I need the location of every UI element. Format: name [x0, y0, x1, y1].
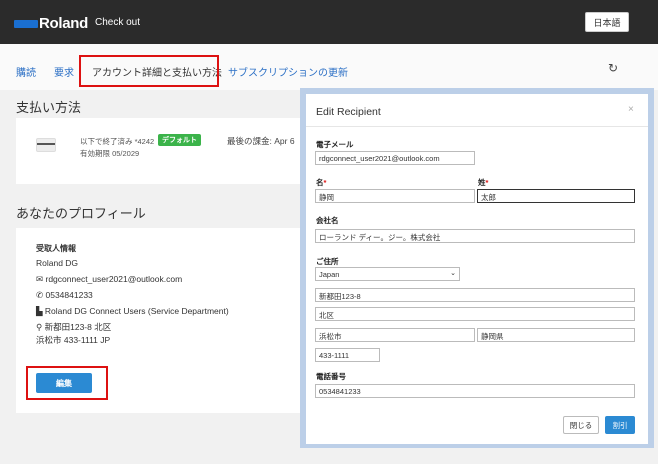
modal-divider — [306, 126, 648, 127]
checkout-title: Check out — [95, 17, 141, 28]
save-button[interactable]: 割引 — [605, 416, 635, 434]
last-name-label: 姓* — [478, 178, 489, 187]
tab-requests[interactable]: 要求 — [54, 64, 74, 79]
building-icon: ▙ — [36, 306, 43, 316]
phone-label: 電話番号 — [316, 372, 346, 381]
street-field[interactable]: 新都田123-8 — [315, 288, 635, 302]
profile-company-row: ▙ Roland DG Connect Users (Service Depar… — [36, 306, 229, 317]
payment-card-panel — [16, 118, 306, 184]
postal-code-field[interactable]: 433-1111 — [315, 348, 380, 362]
prefecture-field[interactable]: 静岡県 — [477, 328, 635, 342]
close-button[interactable]: 閉じる — [563, 416, 599, 434]
city-field[interactable]: 浜松市 — [315, 328, 475, 342]
recipient-heading: 受取人情報 — [36, 244, 76, 253]
phone-icon: ✆ — [36, 290, 44, 300]
profile-section-title: あなたのプロフィール — [16, 206, 146, 221]
card-ending-text: 以下で終了済み *4242 — [80, 137, 155, 146]
company-label: 会社名 — [316, 216, 339, 225]
card-expiry: 有効期限 05/2029 — [80, 149, 140, 158]
language-button[interactable]: 日本語 — [585, 12, 629, 32]
district-field[interactable]: 北区 — [315, 307, 635, 321]
first-name-field[interactable]: 静岡 — [315, 189, 475, 203]
profile-phone: 0534841233 — [45, 290, 93, 300]
last-name-field[interactable]: 太郎 — [477, 189, 635, 203]
logo-text: Roland — [39, 15, 89, 32]
first-name-label: 名* — [316, 178, 327, 187]
map-pin-icon: ⚲ — [36, 322, 43, 332]
envelope-icon: ✉ — [36, 274, 44, 284]
roland-logo[interactable]: Roland — [14, 15, 88, 32]
profile-address-line1: 新都田123-8 北区 — [44, 322, 112, 332]
chevron-down-icon: ⌄ — [450, 270, 456, 277]
modal-title: Edit Recipient — [316, 106, 381, 118]
phone-field[interactable]: 0534841233 — [315, 384, 635, 398]
top-bar: Roland Check out 日本語 — [0, 0, 658, 44]
company-field[interactable]: ローランド ディー。ジー。株式会社 — [315, 229, 635, 243]
email-label: 電子メール — [316, 140, 354, 149]
email-field[interactable]: rdgconnect_user2021@outlook.com — [315, 151, 475, 165]
profile-name: Roland DG — [36, 258, 79, 268]
profile-company: Roland DG Connect Users (Service Departm… — [44, 306, 229, 316]
country-value: Japan — [319, 270, 340, 279]
profile-address-line2: 浜松市 433-1111 JP — [36, 335, 111, 345]
default-badge: デフォルト — [158, 134, 201, 146]
address-label: ご住所 — [316, 257, 339, 266]
country-select[interactable]: Japan ⌄ — [315, 267, 460, 281]
profile-phone-row: ✆ 0534841233 — [36, 290, 93, 301]
profile-email-row: ✉ rdgconnect_user2021@outlook.com — [36, 274, 182, 285]
highlight-account-tab — [79, 55, 219, 87]
credit-card-icon — [36, 138, 56, 152]
profile-email: rdgconnect_user2021@outlook.com — [45, 274, 183, 284]
tab-subscriptions[interactable]: 購読 — [16, 64, 36, 79]
highlight-edit-button — [26, 366, 108, 400]
last-charge: 最後の課金: Apr 6 — [227, 136, 295, 146]
profile-address-row: ⚲ 新都田123-8 北区 — [36, 321, 111, 333]
refresh-icon[interactable]: ↻ — [608, 61, 618, 75]
logo-mark-icon — [14, 19, 38, 28]
tab-subscription-renewal[interactable]: サブスクリプションの更新 — [228, 64, 348, 79]
close-icon[interactable]: × — [628, 104, 634, 115]
payment-section-title: 支払い方法 — [16, 100, 82, 115]
